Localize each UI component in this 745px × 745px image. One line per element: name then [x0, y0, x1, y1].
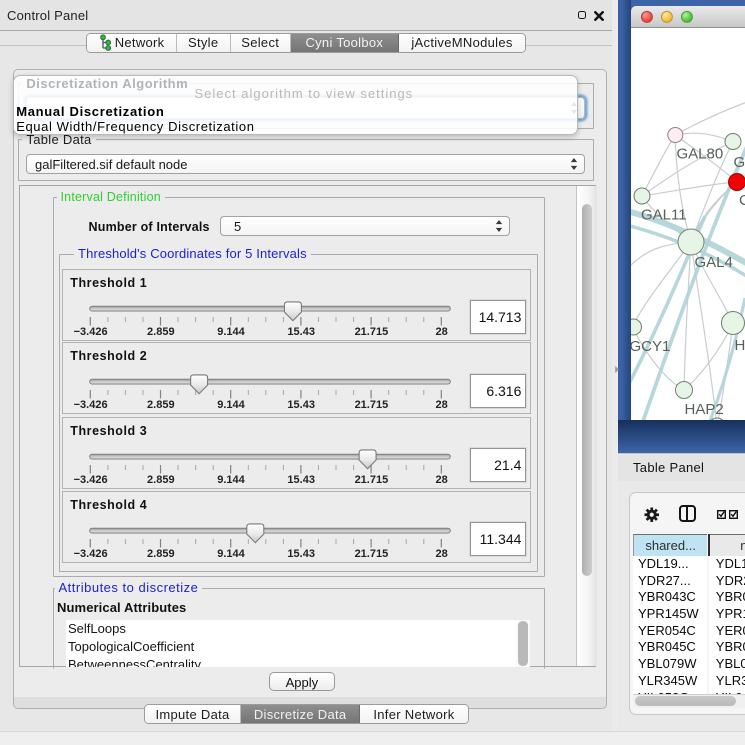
svg-text:GAL11: GAL11	[641, 207, 687, 224]
svg-text:HAP2: HAP2	[685, 401, 724, 418]
svg-text:C: C	[739, 192, 745, 209]
svg-text:GA: GA	[734, 154, 745, 171]
svg-text:GAL4: GAL4	[695, 254, 733, 271]
svg-text:H: H	[735, 337, 745, 354]
svg-text:GAL80: GAL80	[677, 146, 724, 163]
svg-text:GCY1: GCY1	[631, 338, 670, 355]
